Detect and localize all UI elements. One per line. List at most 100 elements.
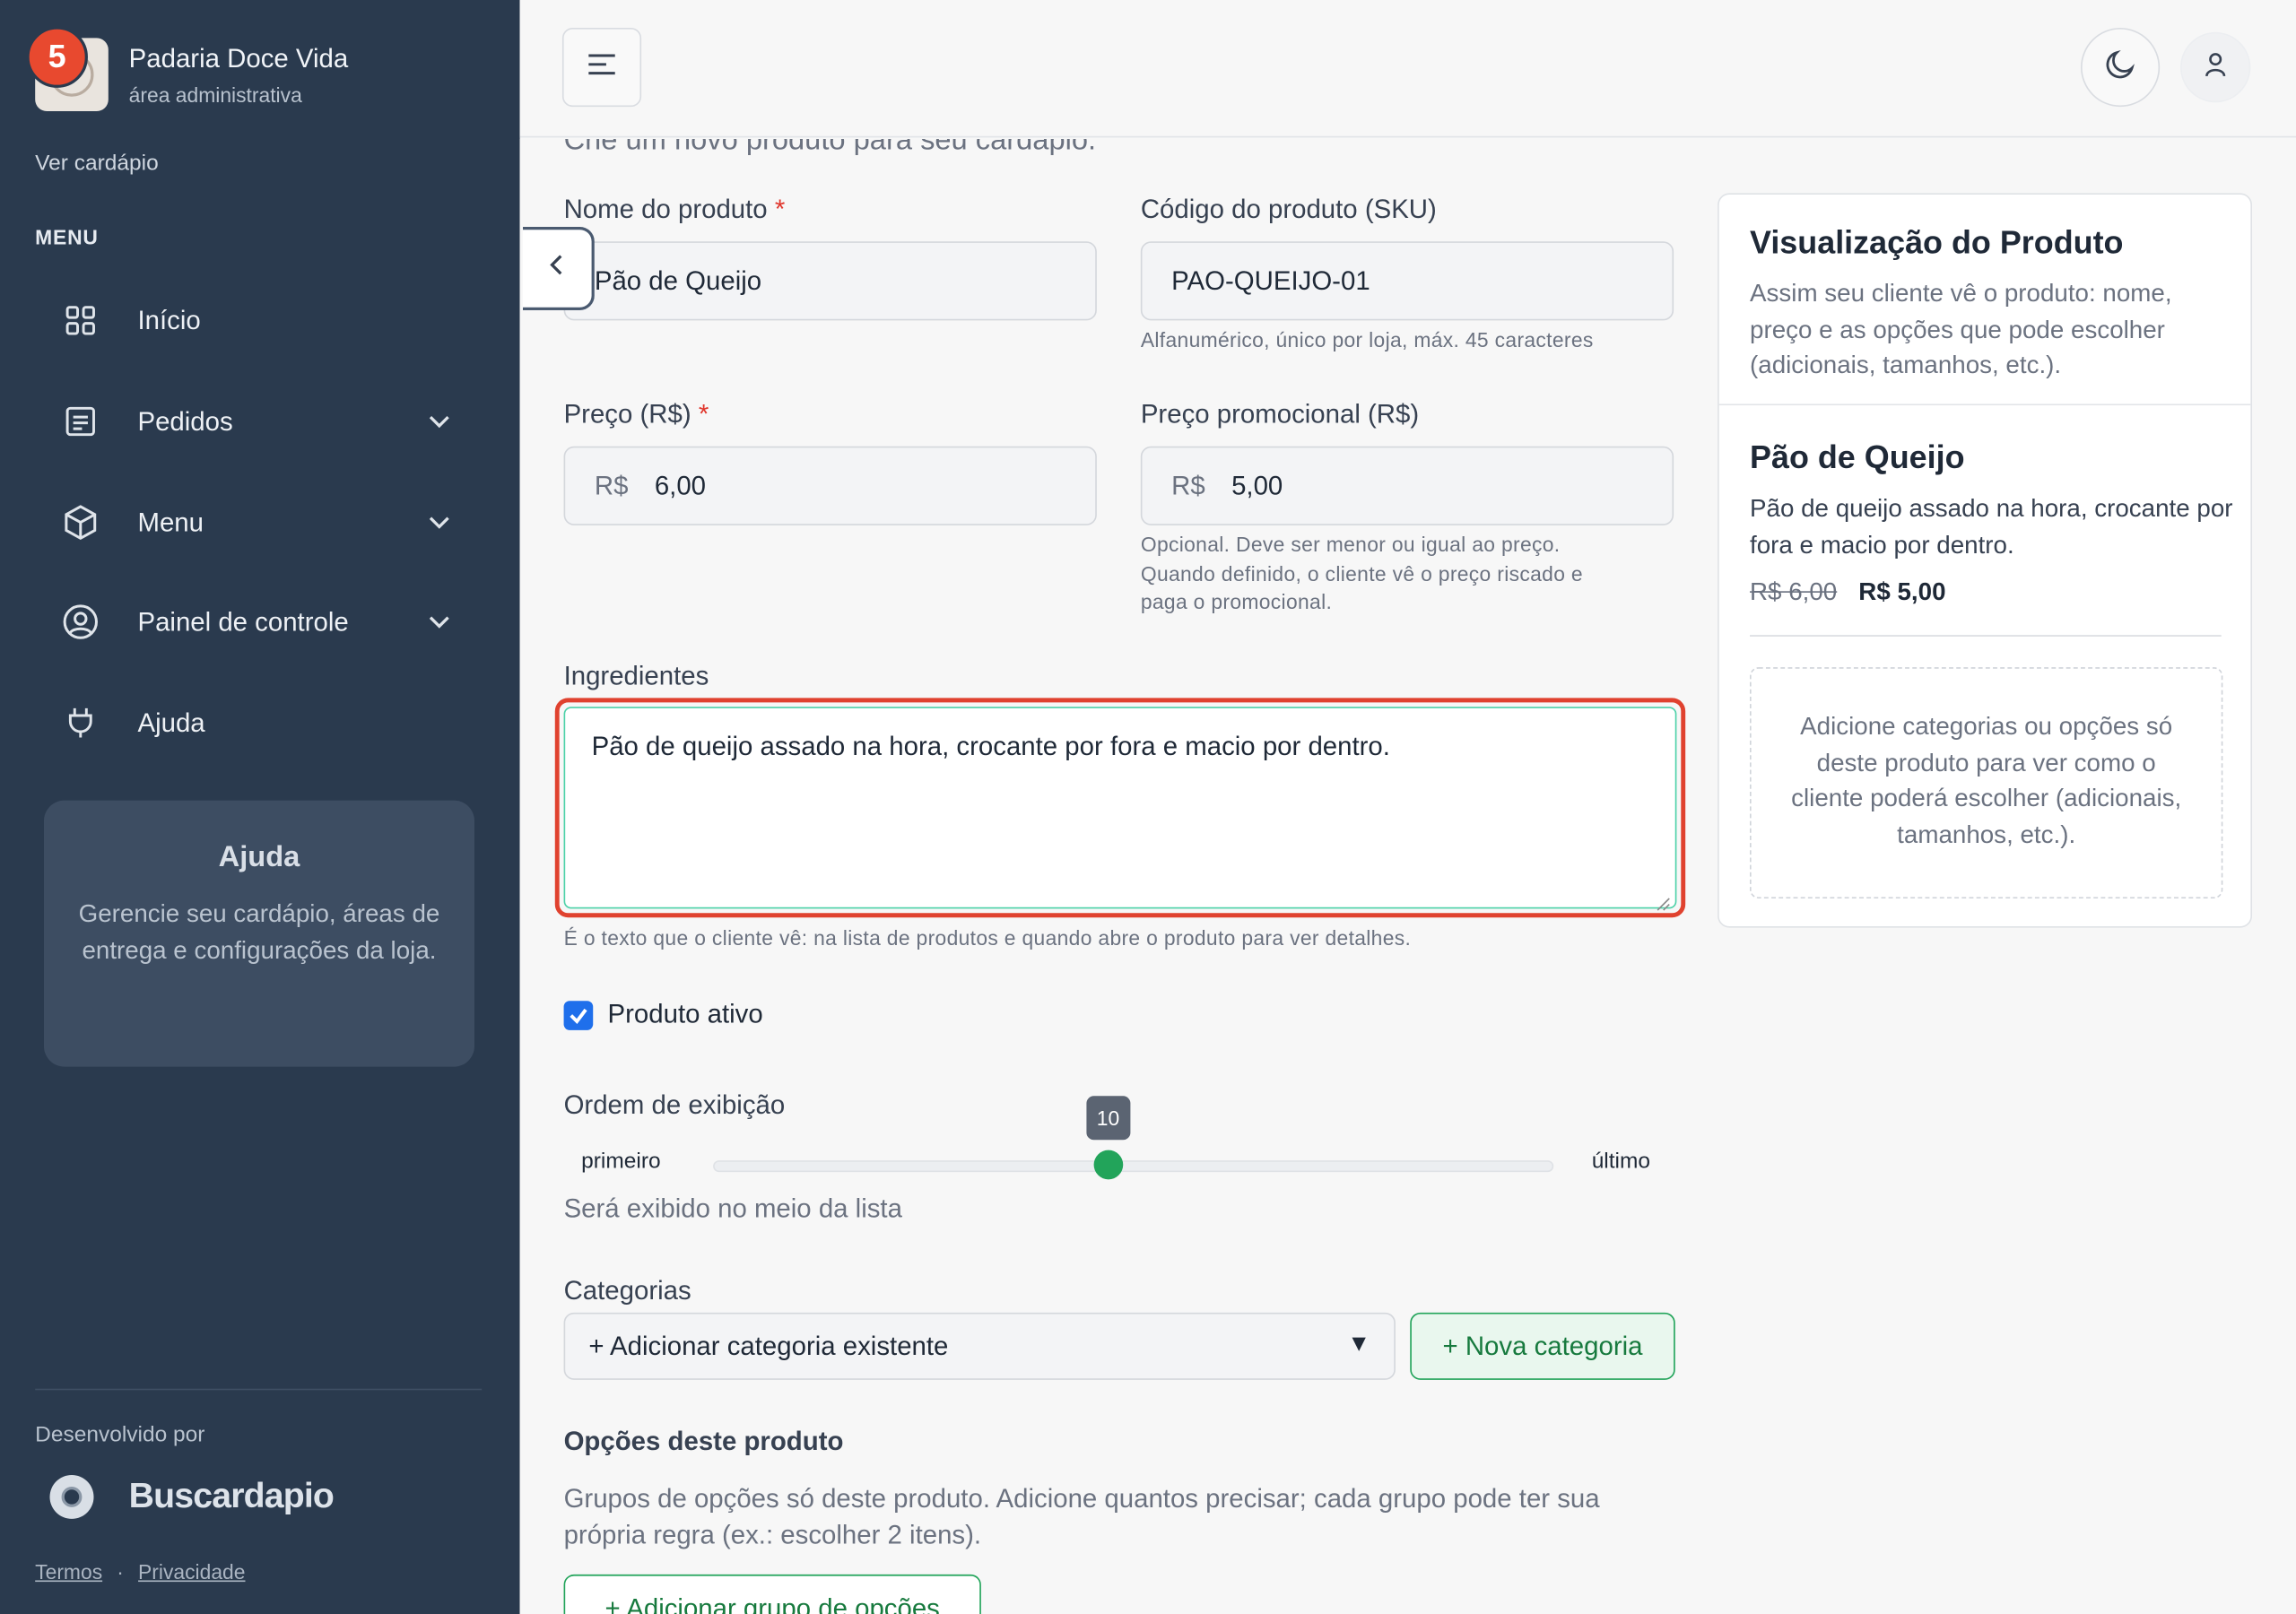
terms-link[interactable]: Termos [35,1560,102,1584]
options-section-title: Opções deste produto [563,1427,844,1456]
view-menu-link[interactable]: Ver cardápio [35,151,159,176]
checkbox-checked-icon[interactable] [563,1000,594,1030]
new-category-button[interactable]: + Nova categoria [1410,1312,1675,1380]
display-order-hint: Será exibido no meio da lista [563,1193,902,1224]
help-card: Ajuda Gerencie seu cardápio, áreas de en… [43,800,474,1067]
chevron-down-icon[interactable] [424,407,454,444]
promo-price-value: 5,00 [1231,470,1283,500]
store-logo: 5 [26,26,109,112]
slider-max-label: último [1591,1149,1651,1174]
slider-thumb[interactable] [1093,1150,1123,1180]
sku-input[interactable]: PAO-QUEIJO-01 [1140,241,1674,321]
legal-separator: · [117,1559,124,1584]
legal-links: Termos · Privacidade [35,1560,245,1584]
required-mark: * [774,195,786,224]
product-name-value: Pão de Queijo [594,265,762,295]
price-input[interactable]: R$ 6,00 [563,446,1097,525]
developed-by-label: Desenvolvido por [35,1422,205,1447]
theme-toggle-button[interactable] [2080,28,2161,108]
menu-section-title: MENU [35,225,99,249]
slider-min-label: primeiro [581,1149,661,1174]
currency-prefix: R$ [1171,470,1205,500]
divider [35,1388,483,1391]
ingredients-label: Ingredientes [563,661,709,691]
buscardapio-logo-icon [49,1474,94,1519]
box-icon [56,498,106,547]
sku-value: PAO-QUEIJO-01 [1171,265,1370,295]
sidebar-item-menu[interactable]: Menu [35,490,468,555]
developer-name: Buscardapio [128,1476,335,1516]
sidebar-item-inicio[interactable]: Início [35,288,468,352]
user-menu-button[interactable] [2180,31,2251,103]
help-card-title: Ajuda [218,841,300,874]
brand[interactable]: 5 Padaria Doce Vida área administrativa [26,26,349,112]
chevron-down-icon[interactable] [424,508,454,544]
receipt-icon [56,396,106,446]
preview-old-price: R$ 6,00 [1750,577,1838,606]
menu-lines-icon [586,50,618,84]
divider [1750,635,2222,637]
store-name: Padaria Doce Vida [128,43,349,73]
sidebar: 5 Padaria Doce Vida área administrativa … [0,0,520,1614]
promo-price-hint: Opcional. Deve ser menor ou igual ao pre… [1140,533,1583,613]
price-field-label: Preço (R$) * [563,399,709,430]
preview-description: Assim seu cliente vê o produto: nome, pr… [1750,279,2172,379]
help-card-text: Gerencie seu cardápio, áreas de entrega … [78,899,440,965]
sku-field-label: Código do produto (SKU) [1140,195,1437,224]
currency-prefix: R$ [594,470,629,500]
user-icon [2201,49,2231,86]
category-select[interactable]: + Adicionar categoria existente ▼ [563,1312,1396,1380]
ingredients-focus-ring: Pão de queijo assado na hora, crocante p… [554,698,1686,918]
divider [1718,404,2251,406]
ingredients-value: Pão de queijo assado na hora, crocante p… [591,731,1390,761]
add-option-group-button[interactable]: + Adicionar grupo de opções [563,1574,981,1614]
grid-icon [56,296,106,345]
hamburger-button[interactable] [561,28,642,108]
price-value: 6,00 [654,470,707,500]
collapse-sidebar-button[interactable] [522,226,595,310]
store-subtitle: área administrativa [128,82,302,107]
required-mark: * [698,399,709,430]
user-circle-icon [56,597,106,646]
preview-price: R$ 6,00 R$ 5,00 [1750,578,1945,608]
display-order-label: Ordem de exibição [563,1089,786,1120]
ingredients-textarea[interactable]: Pão de queijo assado na hora, crocante p… [563,707,1677,911]
chevron-down-icon[interactable] [424,607,454,644]
slider-value-tooltip: 10 [1086,1096,1131,1141]
sidebar-item-label: Início [137,305,201,334]
name-field-label: Nome do produto * [563,195,786,224]
notification-badge[interactable]: 5 [26,26,88,88]
product-form: Crie um novo produto para seu cardápio. … [519,139,2296,1614]
sidebar-item-pedidos[interactable]: Pedidos [35,389,468,454]
preview-product-name: Pão de Queijo [1750,438,1965,476]
promo-price-input[interactable]: R$ 5,00 [1140,446,1674,525]
category-select-value: + Adicionar categoria existente [588,1331,949,1360]
promo-price-label: Preço promocional (R$) [1140,399,1420,430]
options-section-desc: Grupos de opções só deste produto. Adici… [563,1483,1600,1550]
sidebar-item-ajuda[interactable]: Ajuda [35,690,468,755]
top-bar [519,0,2296,138]
sidebar-item-painel[interactable]: Painel de controle [35,590,468,655]
page-subtitle: Crie um novo produto para seu cardápio. [563,139,1097,157]
sidebar-item-label: Ajuda [137,707,205,737]
moon-icon [2102,46,2137,88]
product-preview-card: Visualização do Produto Assim seu client… [1718,193,2253,928]
display-order-slider[interactable] [713,1160,1554,1173]
dropdown-arrow-icon: ▼ [1347,1332,1371,1357]
plug-icon [56,698,106,747]
preview-empty-options: Adicione categorias ou opções só deste p… [1750,667,2223,898]
sidebar-item-label: Menu [137,507,204,537]
chevron-left-icon [544,252,570,286]
privacy-link[interactable]: Privacidade [138,1560,245,1584]
resize-handle-icon[interactable] [1657,889,1671,911]
categories-label: Categorias [563,1276,691,1306]
sidebar-item-label: Painel de controle [137,606,349,637]
preview-title: Visualização do Produto [1750,223,2124,261]
product-name-input[interactable]: Pão de Queijo [563,241,1097,321]
sidebar-item-label: Pedidos [137,405,233,436]
preview-product-ingredients: Pão de queijo assado na hora, crocante p… [1750,494,2233,559]
sku-hint: Alfanumérico, único por loja, máx. 45 ca… [1140,327,1594,351]
preview-new-price: R$ 5,00 [1858,577,1946,606]
active-toggle[interactable]: Produto ativo [563,1000,763,1030]
developer-logo[interactable]: Buscardapio [49,1474,335,1519]
